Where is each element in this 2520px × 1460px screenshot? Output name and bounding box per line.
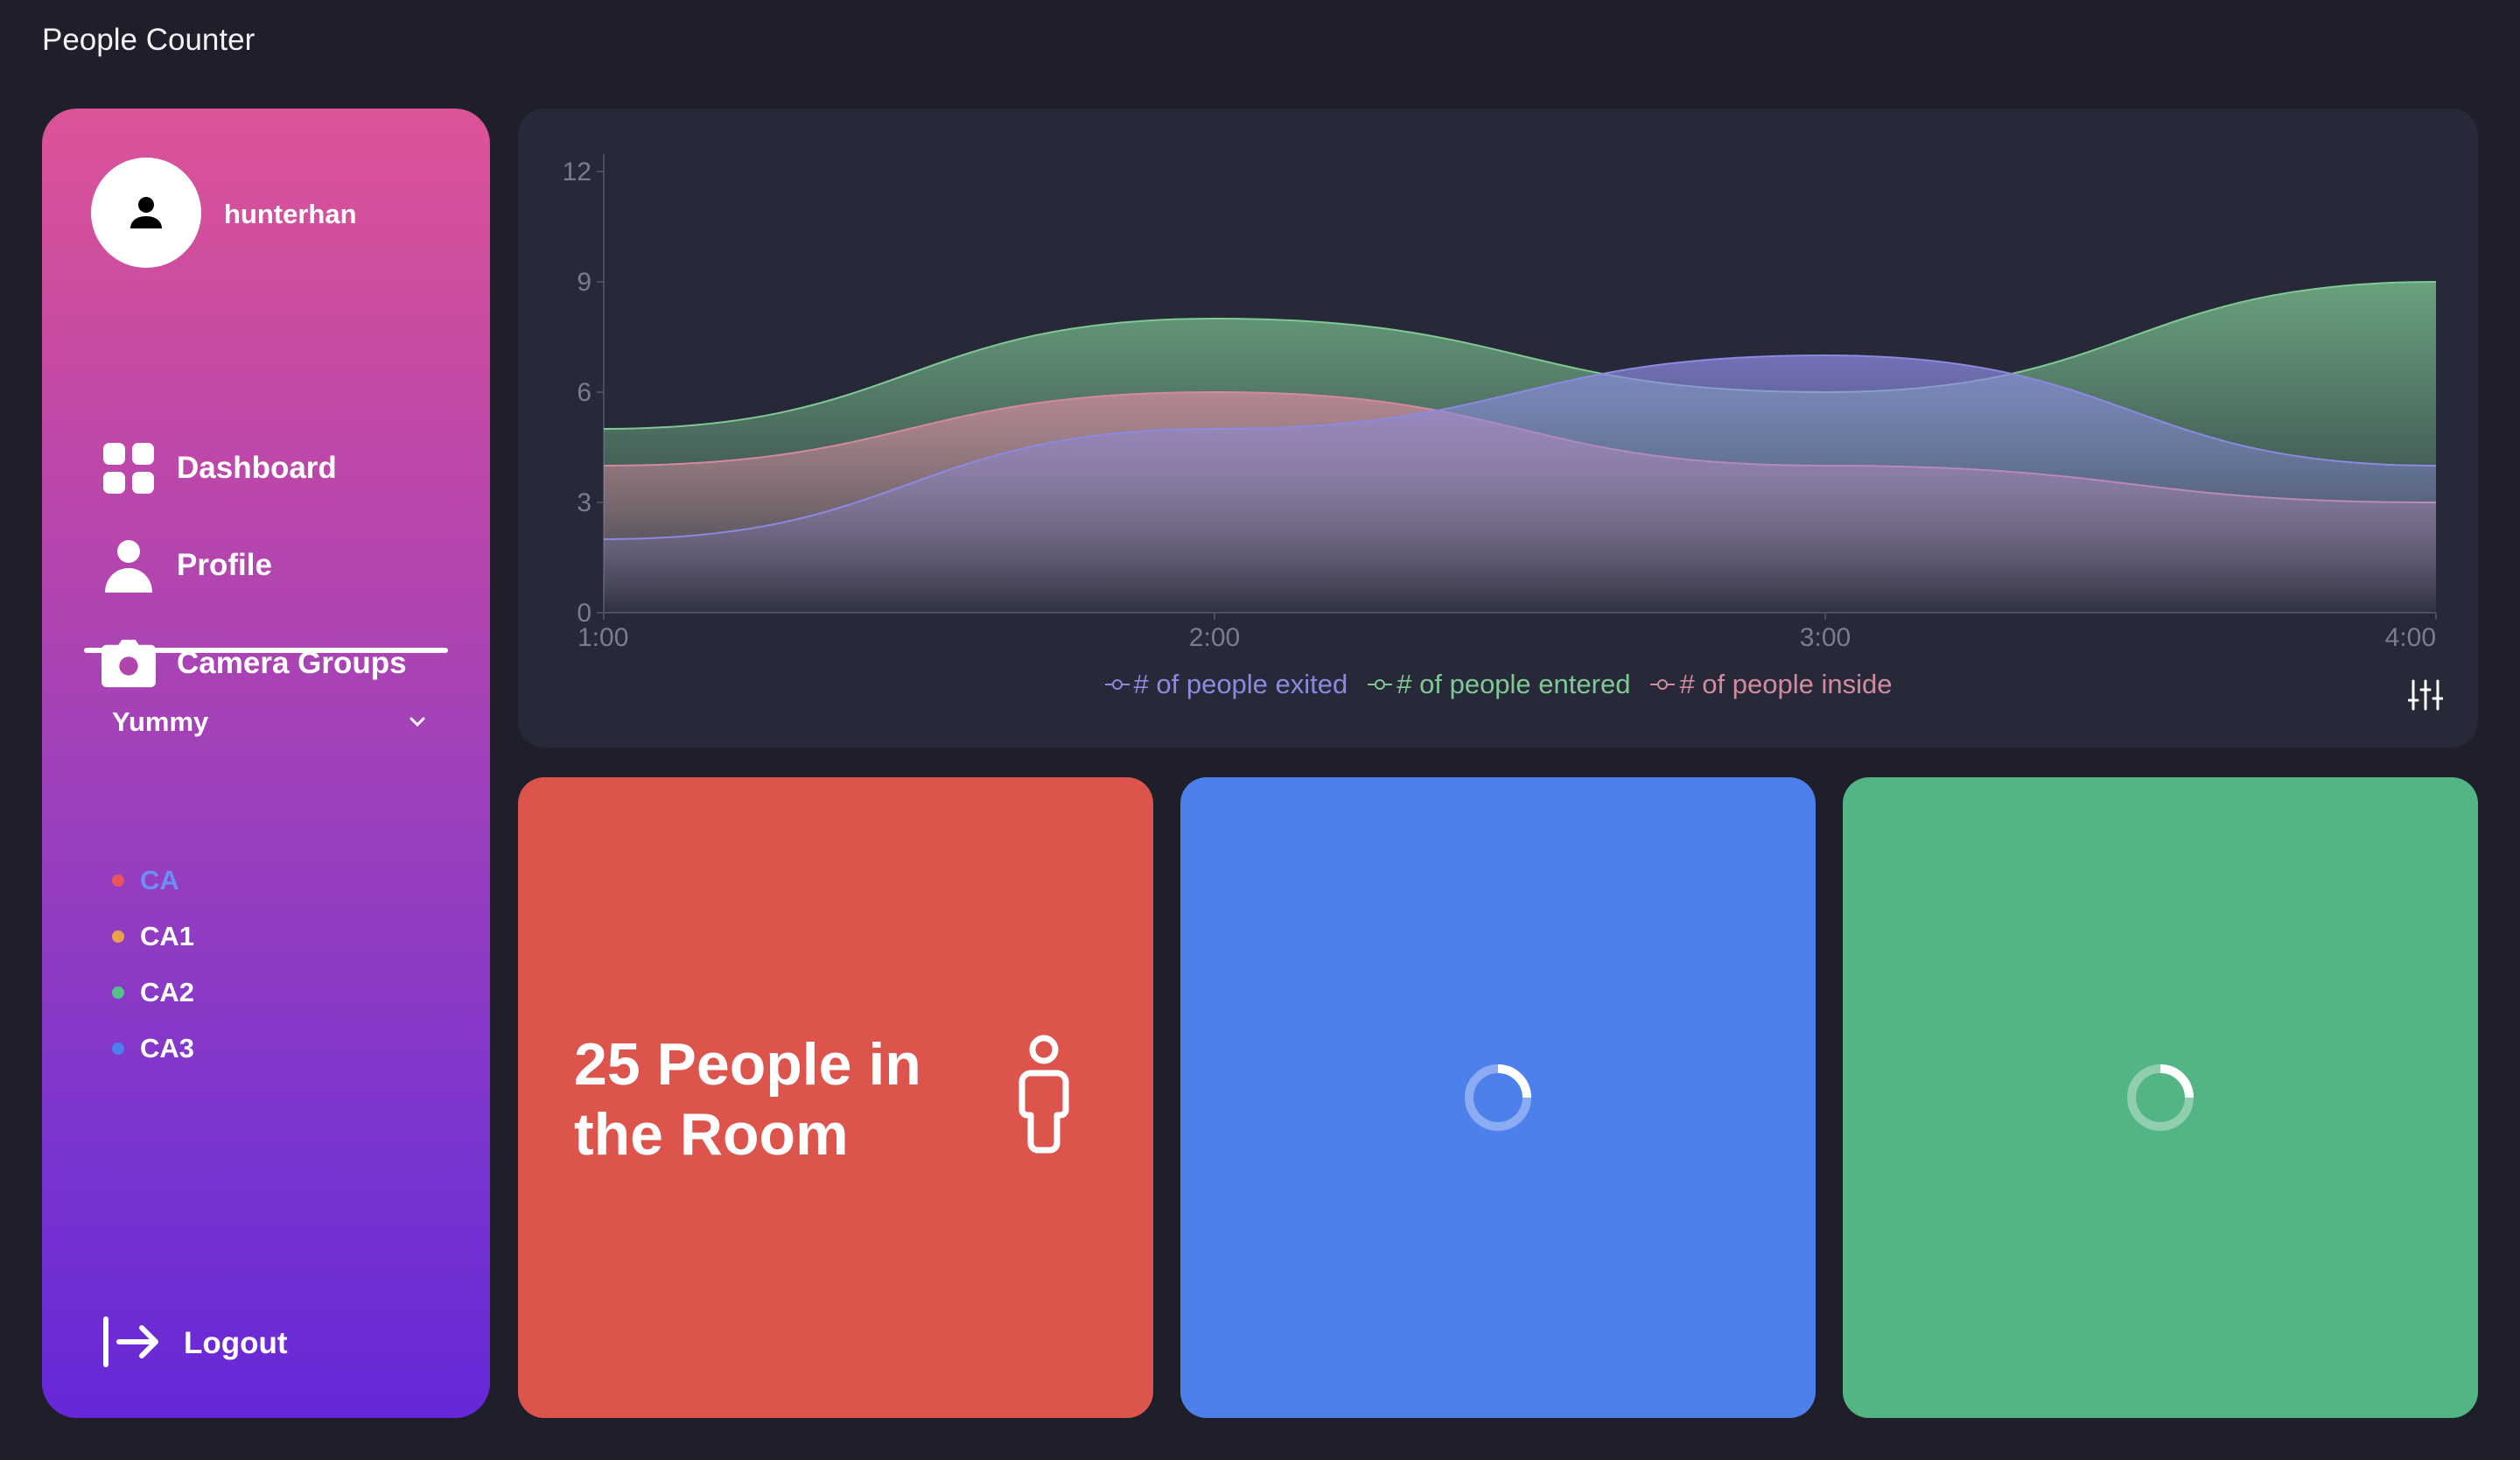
camera-label: CA3 [140, 1033, 195, 1063]
y-tick-label: 3 [577, 488, 592, 517]
legend-marker-icon [1650, 679, 1676, 690]
y-tick-label: 12 [563, 158, 592, 186]
grid-icon [102, 441, 156, 495]
camera-group-select[interactable]: Yummy [112, 700, 427, 744]
legend-label: # of people entered [1396, 669, 1631, 699]
chevron-down-icon [410, 717, 425, 727]
people-count-text: 25 People in the Room [574, 1031, 921, 1168]
logout-icon [102, 1316, 163, 1372]
person-icon [1017, 1035, 1071, 1158]
camera-status-dot [112, 1042, 124, 1055]
loading-card-green[interactable] [1843, 777, 2478, 1418]
camera-item-ca2[interactable]: CA2 [112, 973, 194, 1012]
x-tick-label: 4:00 [2385, 623, 2436, 652]
camera-label: CA [140, 865, 179, 895]
nav-dashboard-label: Dashboard [177, 451, 337, 485]
sidebar: hunterhan Dashboard Profile Camera Group… [42, 109, 490, 1418]
people-count-card[interactable]: 25 People in the Room [518, 777, 1153, 1418]
camera-item-ca1[interactable]: CA1 [112, 917, 194, 956]
legend-label: # of people inside [1679, 669, 1893, 699]
user-icon [102, 538, 156, 593]
camera-label: CA1 [140, 921, 195, 951]
legend-item-1[interactable]: # of people entered [1367, 669, 1630, 700]
user-avatar-icon [130, 197, 162, 228]
camera-status-dot [112, 986, 124, 999]
camera-label: CA2 [140, 977, 195, 1007]
chart-legend: # of people exited # of people entered # o… [518, 669, 2478, 700]
nav-dashboard[interactable]: Dashboard [102, 438, 337, 499]
camera-group-label: Yummy [112, 706, 209, 737]
username: hunterhan [224, 199, 357, 229]
app-title: People Counter [42, 23, 256, 57]
legend-item-0[interactable]: # of people exited [1104, 669, 1348, 700]
loading-spinner-icon [1463, 1063, 1533, 1137]
legend-marker-icon [1368, 679, 1393, 690]
loading-spinner-icon [2125, 1063, 2195, 1137]
legend-label: # of people exited [1133, 669, 1348, 699]
camera-status-dot [112, 874, 124, 887]
logout-label: Logout [184, 1326, 288, 1360]
nav-camera-groups[interactable]: Camera Groups [102, 633, 407, 694]
logout-button[interactable]: Logout [102, 1313, 288, 1374]
y-tick-label: 9 [577, 268, 592, 297]
camera-item-ca[interactable]: CA [112, 861, 179, 900]
x-tick-label: 1:00 [578, 623, 628, 652]
filter-settings-icon[interactable] [2407, 679, 2444, 715]
loading-card-blue[interactable] [1180, 777, 1816, 1418]
people-chart-panel: 0 3 6 9 12 1:00 2:00 3:00 4:00 # of people exite… [518, 109, 2478, 748]
legend-marker-icon [1104, 679, 1130, 690]
camera-icon [102, 636, 156, 691]
people-area-chart[interactable]: 0369121:00 2:00 3:00 4:00 [518, 109, 2478, 748]
x-tick-label: 3:00 [1800, 623, 1851, 652]
legend-item-2[interactable]: # of people inside [1649, 669, 1892, 700]
x-tick-label: 2:00 [1189, 623, 1240, 652]
nav-profile[interactable]: Profile [102, 535, 272, 596]
avatar[interactable] [91, 158, 201, 268]
y-tick-label: 6 [577, 378, 592, 407]
camera-item-ca3[interactable]: CA3 [112, 1029, 194, 1068]
nav-profile-label: Profile [177, 548, 272, 582]
camera-status-dot [112, 930, 124, 943]
sidebar-divider [84, 648, 448, 653]
